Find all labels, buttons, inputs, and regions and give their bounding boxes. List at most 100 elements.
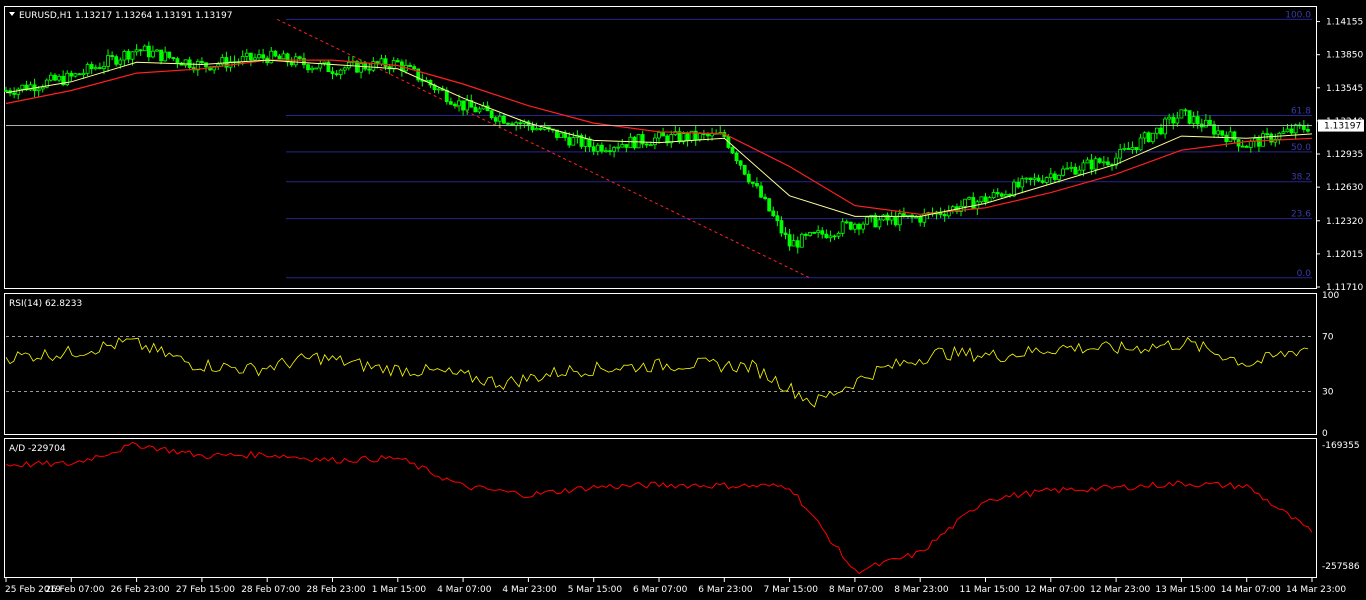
candle-body <box>1265 133 1270 136</box>
candle-body <box>130 51 135 60</box>
candle-body <box>1048 173 1053 179</box>
candle-body <box>677 131 682 143</box>
candle-body <box>240 55 245 63</box>
candle-body <box>653 137 657 146</box>
rsi-tick-label: 100 <box>1322 291 1339 301</box>
candle-body <box>142 45 147 52</box>
candle-body <box>1155 127 1159 134</box>
candle-body <box>767 198 772 212</box>
candle-body <box>795 240 800 248</box>
candle-body <box>848 221 853 230</box>
fib-level-label: 0.0 <box>1297 269 1312 279</box>
candle-body <box>804 233 808 236</box>
candle-body <box>599 144 604 152</box>
candle-body <box>126 51 131 60</box>
time-tick-label: 5 Mar 15:00 <box>568 585 623 595</box>
time-tick-label: 27 Feb 15:00 <box>176 585 235 595</box>
candle-body <box>1089 159 1094 170</box>
candle-body <box>73 73 78 77</box>
candle-body <box>799 233 804 248</box>
candle-body <box>244 52 249 57</box>
candle-body <box>248 52 253 61</box>
candle-body <box>791 240 796 247</box>
candle-body <box>1240 145 1245 148</box>
candle-body <box>93 67 98 70</box>
candle-body <box>493 117 498 122</box>
candle-body <box>330 71 335 75</box>
candle-body <box>787 234 792 247</box>
candle-body <box>1118 149 1123 159</box>
candle-body <box>963 198 967 207</box>
candle-body <box>1085 159 1090 164</box>
candle-body <box>1077 169 1082 175</box>
candle-body <box>510 123 514 126</box>
candle-body <box>979 196 984 203</box>
candle-body <box>1163 118 1167 135</box>
ad-plot <box>5 441 1313 575</box>
candle-body <box>628 136 633 148</box>
time-tick-label: 6 Mar 07:00 <box>633 585 688 595</box>
candle-body <box>885 214 890 221</box>
candle-body <box>648 144 653 147</box>
candle-body <box>277 55 282 60</box>
rsi-line <box>5 337 1309 408</box>
candle-body <box>285 53 290 63</box>
time-tick-label: 4 Mar 07:00 <box>437 585 492 595</box>
candle-body <box>1052 173 1057 180</box>
candle-body <box>1057 174 1061 180</box>
candle-body <box>530 125 535 131</box>
candle-body <box>865 216 870 225</box>
rsi-tick-label: 70 <box>1322 332 1334 342</box>
time-tick-label: 11 Mar 15:00 <box>960 585 1020 595</box>
ad-panel-title: A/D -229704 <box>9 444 66 454</box>
candle-body <box>1187 110 1192 124</box>
candle-body <box>1220 130 1225 136</box>
candle-body <box>1191 116 1196 124</box>
candle-body <box>816 230 821 234</box>
candle-body <box>1004 194 1008 197</box>
time-tick-label: 28 Feb 23:00 <box>307 585 366 595</box>
candle-body <box>1281 131 1286 134</box>
candle-body <box>53 74 57 81</box>
price-tick-label: 1.13850 <box>1326 51 1363 61</box>
candle-body <box>775 215 780 221</box>
candle-body <box>742 164 747 175</box>
candle-body <box>1171 116 1176 124</box>
candle-body <box>657 132 661 139</box>
candle-body <box>77 73 82 76</box>
candle-body <box>1167 116 1172 120</box>
candle-body <box>383 58 388 67</box>
candle-body <box>661 132 665 137</box>
candle-body <box>151 50 155 58</box>
candle-body <box>306 64 310 71</box>
candle-body <box>808 232 812 236</box>
time-tick-label: 28 Feb 07:00 <box>241 585 300 595</box>
candle-body <box>322 61 327 64</box>
fib-trend-line <box>276 18 810 279</box>
candle-body <box>942 214 947 217</box>
candle-body <box>881 214 886 221</box>
time-tick-label: 6 Mar 23:00 <box>698 585 753 595</box>
candle-body <box>612 147 617 152</box>
candle-body <box>538 128 543 130</box>
candle-body <box>1150 132 1155 143</box>
candle-body <box>497 115 502 122</box>
candle-body <box>1016 181 1021 188</box>
candle-body <box>1065 167 1070 170</box>
candle-body <box>163 51 168 62</box>
triangle-down-icon[interactable] <box>9 12 15 16</box>
candle-body <box>453 103 457 107</box>
candle-body <box>987 197 992 203</box>
candle-body <box>1195 116 1200 125</box>
candle-body <box>779 220 784 234</box>
candle-body <box>620 144 625 148</box>
candle-body <box>1183 109 1188 112</box>
fib-level-label: 23.6 <box>1291 210 1311 220</box>
candle-body <box>122 51 127 61</box>
candle-body <box>763 196 768 200</box>
candle-body <box>102 65 106 69</box>
candle-body <box>457 100 461 107</box>
candle-body <box>506 122 510 125</box>
candle-body <box>514 122 519 126</box>
candle-body <box>877 219 882 228</box>
